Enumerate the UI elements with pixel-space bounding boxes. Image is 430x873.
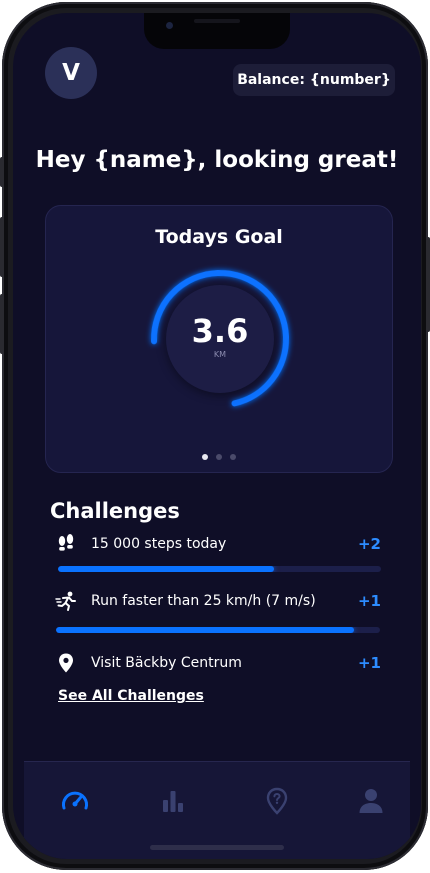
greeting-heading: Hey {name}, looking great! (35, 147, 399, 173)
balance-label: Balance: (237, 72, 305, 88)
challenge-progress-bar (58, 566, 381, 572)
silent-switch (0, 157, 4, 187)
notch (144, 13, 290, 49)
avatar[interactable]: V (45, 47, 97, 99)
user-icon[interactable] (356, 786, 386, 816)
challenge-label: Visit Bäckby Centrum (91, 655, 242, 671)
carousel-dot[interactable] (230, 454, 236, 460)
challenge-progress-fill (58, 566, 275, 572)
challenge-item[interactable]: 15 000 steps today +2 (55, 533, 385, 557)
challenge-label: 15 000 steps today (91, 536, 227, 552)
goal-title: Todays Goal (155, 226, 283, 248)
see-all-challenges-link[interactable]: See All Challenges (58, 688, 204, 704)
balance-badge: Balance: {number} (233, 64, 395, 96)
bar-chart-icon[interactable] (158, 786, 188, 816)
footsteps-icon (58, 534, 74, 551)
carousel-dot[interactable] (216, 454, 222, 460)
challenges-heading: Challenges (50, 499, 180, 523)
challenge-item[interactable]: Visit Bäckby Centrum +1 (55, 652, 385, 676)
location-pin-icon (59, 653, 73, 673)
carousel-page-dots[interactable] (46, 454, 392, 460)
challenge-progress-fill (56, 627, 355, 633)
challenge-points: +2 (357, 535, 381, 553)
power-button (426, 237, 430, 332)
carousel-dot[interactable] (202, 454, 208, 460)
balance-value: {number} (309, 72, 391, 88)
goal-distance-value: 3.6 (191, 312, 249, 350)
challenge-progress-bar (56, 627, 380, 633)
phone-frame: V Balance: {number} Hey {name}, looking … (0, 2, 430, 870)
map-pin-question-icon[interactable] (262, 786, 292, 816)
avatar-initial: V (62, 60, 80, 86)
volume-up-button (0, 217, 4, 277)
running-icon (55, 591, 76, 611)
home-indicator (150, 845, 284, 850)
challenge-points: +1 (357, 592, 381, 610)
app-screen: V Balance: {number} Hey {name}, looking … (13, 13, 421, 859)
volume-down-button (0, 294, 4, 354)
todays-goal-card[interactable]: Todays Goal 3.6 KM (45, 205, 393, 473)
goal-distance-unit: KM (213, 350, 227, 359)
challenge-points: +1 (357, 654, 381, 672)
speaker-grille (194, 19, 240, 23)
camera-lens (166, 22, 173, 29)
challenge-label: Run faster than 25 km/h (7 m/s) (91, 593, 316, 609)
speedometer-icon[interactable] (60, 786, 90, 816)
challenge-item[interactable]: Run faster than 25 km/h (7 m/s) +1 (55, 590, 385, 614)
